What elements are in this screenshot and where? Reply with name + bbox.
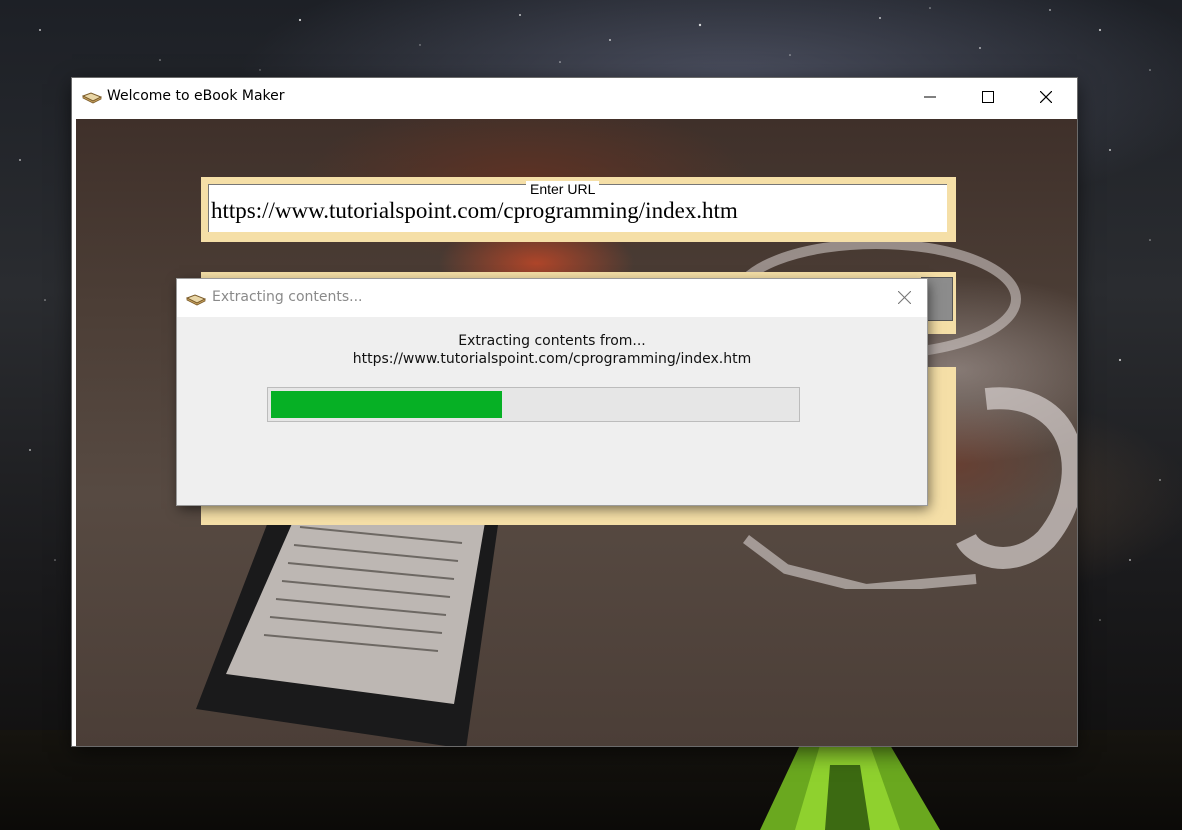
maximize-button[interactable] <box>959 78 1017 116</box>
minimize-button[interactable] <box>901 78 959 116</box>
progress-bar <box>267 387 800 422</box>
book-icon <box>82 92 102 104</box>
dialog-message: Extracting contents from... <box>458 333 646 349</box>
close-icon <box>1040 91 1052 103</box>
dialog-titlebar[interactable]: Extracting contents... <box>177 279 927 317</box>
url-field-frame: Enter URL <box>208 181 947 232</box>
dialog-title: Extracting contents... <box>212 289 363 305</box>
close-icon <box>898 291 911 304</box>
window-title: Welcome to eBook Maker <box>107 88 285 104</box>
progress-fill <box>271 391 502 418</box>
url-input[interactable] <box>211 197 911 225</box>
url-panel: Enter URL <box>201 177 956 242</box>
tent-image <box>760 745 940 830</box>
book-icon <box>186 294 206 306</box>
minimize-icon <box>924 96 936 98</box>
maximize-icon <box>982 91 994 103</box>
url-label: Enter URL <box>526 181 600 197</box>
progress-dialog: Extracting contents... Extracting conten… <box>177 279 927 505</box>
dialog-url-text: https://www.tutorialspoint.com/cprogramm… <box>352 351 752 367</box>
main-titlebar[interactable]: Welcome to eBook Maker <box>72 78 1077 116</box>
dialog-close-button[interactable] <box>889 284 921 312</box>
close-button[interactable] <box>1017 78 1075 116</box>
